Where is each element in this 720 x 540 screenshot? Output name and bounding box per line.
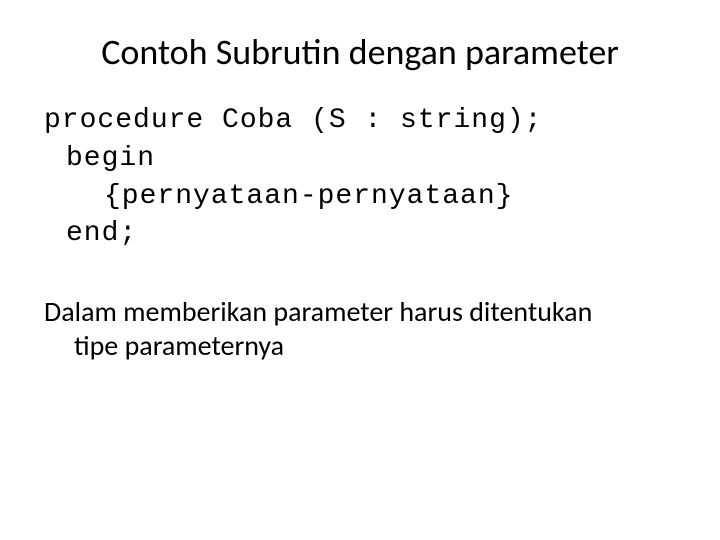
- slide: Contoh Subrutin dengan parameter procedu…: [0, 0, 720, 540]
- code-line-2: begin: [44, 140, 680, 178]
- body-line-2: tipe parameternya: [44, 329, 680, 363]
- body-line-1: Dalam memberikan parameter harus ditentu…: [44, 294, 592, 329]
- slide-title: Contoh Subrutin dengan parameter: [40, 30, 680, 74]
- body-text: Dalam memberikan parameter harus ditentu…: [44, 295, 680, 362]
- code-line-1: procedure Coba (S : string);: [44, 102, 680, 140]
- code-block: procedure Coba (S : string); begin {pern…: [44, 102, 680, 253]
- code-line-3: {pernyataan-pernyataan}: [44, 178, 680, 216]
- code-line-4: end;: [44, 215, 680, 253]
